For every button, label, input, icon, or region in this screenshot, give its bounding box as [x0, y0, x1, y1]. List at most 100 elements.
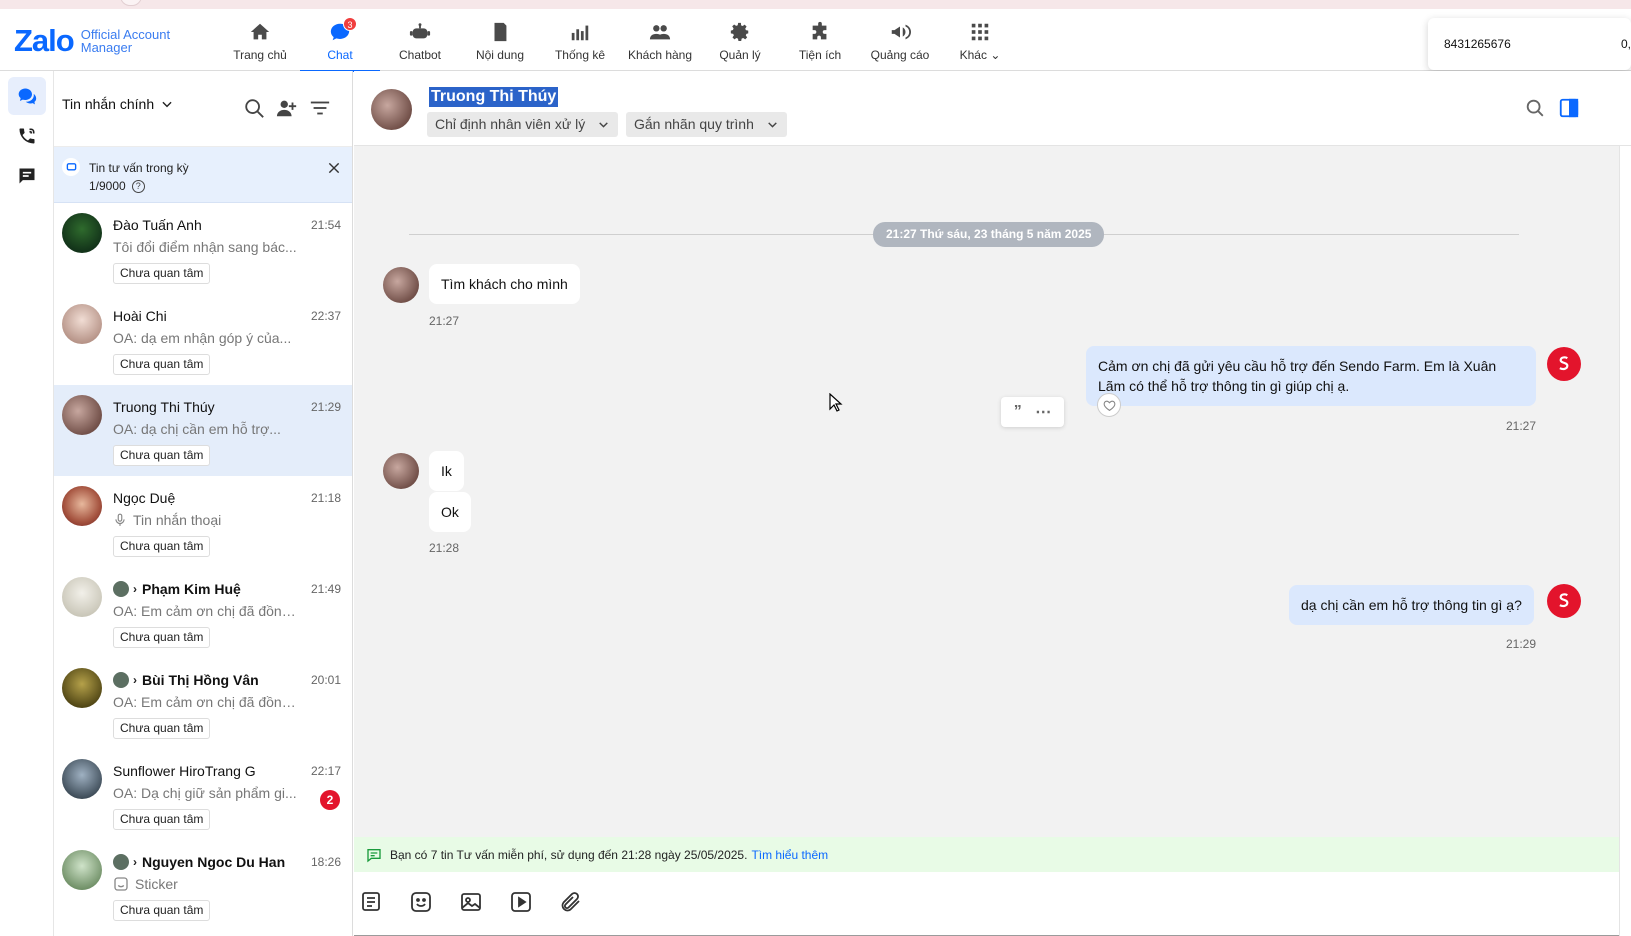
nav-ads[interactable]: Quảng cáo [860, 9, 940, 71]
contact-avatar[interactable] [371, 89, 412, 130]
rail-comments-button[interactable] [8, 157, 46, 195]
nav-chatbot[interactable]: Chatbot [380, 9, 460, 71]
chevron-down-icon: ⌄ [990, 48, 1001, 62]
conversation-time: 21:49 [310, 582, 341, 596]
nav-chat[interactable]: 3 Chat [300, 9, 380, 72]
oa-avatar[interactable] [1547, 347, 1581, 381]
message-filter-dropdown[interactable]: Tin nhắn chính [62, 96, 174, 112]
nav-label: Khác ⌄ [960, 48, 1001, 62]
conversation-item[interactable]: Sunflower HiroTrang G 22:17 OA: Dạ chị g… [54, 749, 352, 840]
conversation-item[interactable]: Hoài Chi 22:37 OA: dạ em nhận góp ý của.… [54, 294, 352, 385]
customer-message[interactable]: Ik [429, 451, 464, 491]
message-hover-toolbar: ” ⋯ [1001, 397, 1064, 427]
close-icon[interactable] [327, 161, 341, 175]
puzzle-icon [812, 21, 827, 40]
popup-extra: 0, [1621, 37, 1631, 51]
contact-name[interactable]: Truong Thi Thúy [429, 87, 559, 107]
chevron-down-icon [162, 101, 172, 108]
conversation-list-panel: Tin nhắn chính Tin tư vấn trong kỳ 1/900… [54, 71, 353, 936]
chevron-down-icon [599, 122, 609, 128]
list-header: Tin nhắn chính [54, 71, 352, 147]
conversation-name: Hoài Chi [113, 308, 167, 324]
learn-more-link[interactable]: Tìm hiểu thêm [751, 848, 828, 862]
oa-avatar[interactable] [1547, 584, 1581, 618]
process-label-dropdown[interactable]: Gắn nhãn quy trình [626, 112, 787, 137]
conversation-item[interactable]: Đào Tuấn Anh 21:54 Tôi đổi điểm nhận san… [54, 203, 352, 294]
phone-popup-card[interactable]: 8431265676 0, [1428, 18, 1631, 70]
sticker-icon [114, 877, 128, 891]
nav-utilities[interactable]: Tiện ích [780, 9, 860, 71]
quota-count-row: 1/9000? [89, 179, 145, 193]
customer-message[interactable]: Tìm khách cho mình [429, 264, 580, 304]
home-icon [250, 23, 270, 40]
browser-tab[interactable] [120, 0, 142, 6]
customer-avatar[interactable] [383, 453, 419, 489]
conversation-name: Truong Thi Thúy [113, 399, 215, 415]
nav-label: Chat [327, 48, 353, 62]
nav-customers[interactable]: Khách hàng [620, 9, 700, 71]
message-notice-icon [367, 848, 381, 862]
status-tag[interactable]: Chưa quan tâm [113, 354, 211, 375]
conversation-time: 21:29 [310, 400, 341, 414]
nav-manage[interactable]: Quản lý [700, 9, 780, 71]
rail-calls-button[interactable] [8, 117, 46, 155]
avatar [62, 668, 102, 708]
search-icon[interactable] [1524, 97, 1546, 119]
oa-message[interactable]: Cảm ơn chị đã gửi yêu cầu hỗ trợ đến Sen… [1086, 346, 1536, 406]
assign-staff-dropdown[interactable]: Chỉ định nhân viên xử lý [427, 112, 619, 137]
status-tag[interactable]: Chưa quan tâm [113, 809, 211, 830]
group-avatar-icon [113, 581, 129, 597]
status-tag[interactable]: Chưa quan tâm [113, 627, 211, 648]
help-icon[interactable]: ? [131, 179, 145, 193]
consult-quota-banner: Tin tư vấn trong kỳ 1/9000? [54, 147, 352, 203]
bar-chart-icon [571, 25, 589, 41]
template-message-icon[interactable] [359, 890, 383, 914]
status-tag[interactable]: Chưa quan tâm [113, 536, 211, 557]
phone-call-icon [19, 128, 35, 144]
conversation-preview: Tin nhắn thoại [113, 512, 299, 528]
chat-bubbles-icon [18, 88, 37, 105]
search-icon[interactable] [243, 97, 265, 119]
conversation-preview: Sticker [113, 876, 299, 892]
customer-message[interactable]: Ok [429, 492, 471, 532]
nav-home[interactable]: Trang chủ [220, 9, 300, 71]
conversation-name: › Nguyen Ngoc Du Han [113, 854, 285, 870]
paperclip-icon[interactable] [559, 890, 583, 914]
conversation-item[interactable]: › Nguyen Ngoc Du Han 18:26 Sticker Chưa q… [54, 840, 352, 931]
oa-message[interactable]: dạ chị cần em hỗ trợ thông tin gì ạ? [1289, 585, 1534, 625]
rail-messages-button[interactable] [8, 77, 46, 115]
filter-icon[interactable] [309, 97, 331, 119]
image-icon[interactable] [459, 890, 483, 914]
right-edge-panel [1619, 146, 1631, 936]
status-tag[interactable]: Chưa quan tâm [113, 445, 211, 466]
browser-tab-strip [0, 0, 1631, 9]
status-tag[interactable]: Chưa quan tâm [113, 263, 211, 284]
side-panel-toggle-icon[interactable] [1558, 97, 1580, 119]
top-navigation: Zalo Official Account Manager Trang chủ 3… [0, 9, 1631, 72]
message-time: 21:27 [1506, 419, 1537, 433]
customer-avatar[interactable] [383, 267, 419, 303]
zalo-oa-logo[interactable]: Zalo Official Account Manager [14, 23, 170, 59]
sticker-icon[interactable] [409, 890, 433, 914]
nav-content[interactable]: Nội dung [460, 9, 540, 71]
conversation-name-text: Phạm Kim Huệ [142, 581, 241, 597]
more-options-icon[interactable]: ⋯ [1035, 402, 1051, 422]
conversation-item[interactable]: › Phạm Kim Huệ 21:49 OA: Em cảm ơn chị đã… [54, 567, 352, 658]
conversation-item[interactable]: › Bùi Thị Hồng Vân 20:01 OA: Em cảm ơn ch… [54, 658, 352, 749]
group-avatar-icon [113, 672, 129, 688]
status-tag[interactable]: Chưa quan tâm [113, 718, 211, 739]
quote-icon[interactable]: ” [1014, 403, 1022, 421]
heart-reaction-button[interactable] [1097, 393, 1121, 417]
nav-statistics[interactable]: Thống kê [540, 9, 620, 71]
conversation-item[interactable]: Ngọc Duệ 21:18 Tin nhắn thoại Chưa quan … [54, 476, 352, 567]
nav-label: Quảng cáo [870, 48, 930, 62]
video-icon[interactable] [509, 890, 533, 914]
composer-toolbar [354, 872, 1619, 936]
conversation-time: 18:26 [310, 855, 341, 869]
add-user-icon[interactable] [276, 97, 298, 119]
date-separator: 21:27 Thứ sáu, 23 tháng 5 năm 2025 [873, 222, 1105, 247]
conversation-item-selected[interactable]: Truong Thi Thúy 21:29 OA: dạ chị cần em … [54, 385, 352, 476]
status-tag[interactable]: Chưa quan tâm [113, 900, 211, 921]
avatar [62, 304, 102, 344]
nav-more[interactable]: Khác ⌄ [940, 9, 1020, 71]
